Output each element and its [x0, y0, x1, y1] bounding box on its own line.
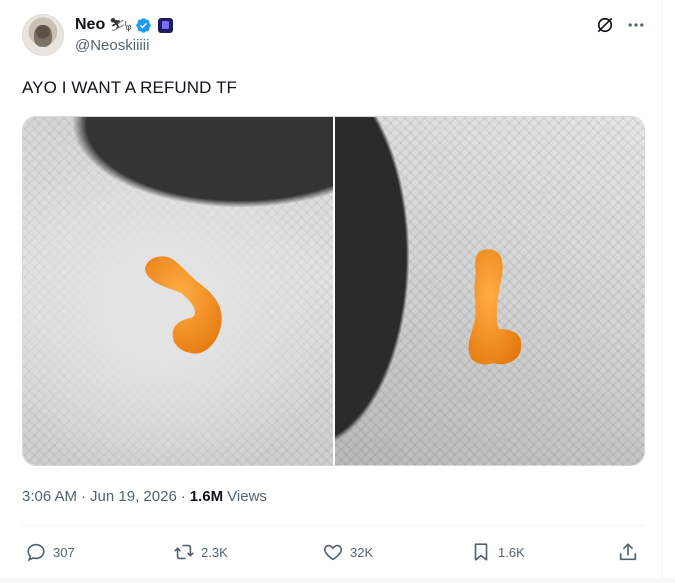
bookmark-button[interactable]: 1.6K — [470, 541, 525, 563]
snack-image — [468, 249, 521, 365]
post-photo-2[interactable] — [334, 117, 644, 465]
like-button[interactable]: 32K — [322, 541, 373, 563]
affiliate-badge-icon — [157, 17, 173, 33]
repost-count: 2.3K — [201, 544, 228, 560]
reply-button[interactable]: 307 — [25, 541, 75, 563]
post-date[interactable]: Jun 19, 2026 — [90, 488, 177, 505]
actions-divider — [22, 525, 645, 526]
post-time[interactable]: 3:06 AM — [22, 488, 77, 505]
post-photo-1[interactable] — [23, 117, 333, 465]
bookmark-icon — [474, 543, 488, 561]
reply-count: 307 — [53, 544, 75, 560]
post-meta: 3:06 AM · Jun 19, 2026 · 1.6M Views — [22, 488, 267, 505]
grok-icon[interactable] — [595, 15, 615, 35]
avatar[interactable] — [22, 14, 64, 56]
like-icon — [323, 544, 343, 561]
like-count: 32K — [350, 544, 374, 560]
repost-icon — [174, 544, 194, 560]
verified-icon — [135, 17, 151, 33]
share-button[interactable] — [617, 541, 639, 563]
bookmark-count: 1.6K — [498, 544, 525, 560]
author-name-row: Neo ⛷ᶦᵩ — [75, 14, 173, 36]
more-icon[interactable] — [625, 15, 647, 35]
display-name[interactable]: Neo — [75, 16, 105, 34]
repost-button[interactable]: 2.3K — [173, 541, 228, 563]
views-label: Views — [227, 488, 267, 505]
reply-icon — [27, 543, 45, 562]
views-count: 1.6M — [189, 488, 224, 505]
meta-separator: · — [180, 488, 186, 505]
page-edge-divider — [662, 0, 663, 583]
next-post-peek — [0, 578, 675, 583]
meta-separator: · — [81, 488, 87, 505]
name-emoji: ⛷ᶦᵩ — [109, 17, 131, 32]
media-grid — [22, 116, 645, 466]
post-text: AYO I WANT A REFUND TF — [22, 78, 238, 97]
share-icon — [619, 543, 637, 561]
snack-image — [145, 256, 222, 354]
handle[interactable]: @Neoskiiiii — [75, 37, 149, 54]
